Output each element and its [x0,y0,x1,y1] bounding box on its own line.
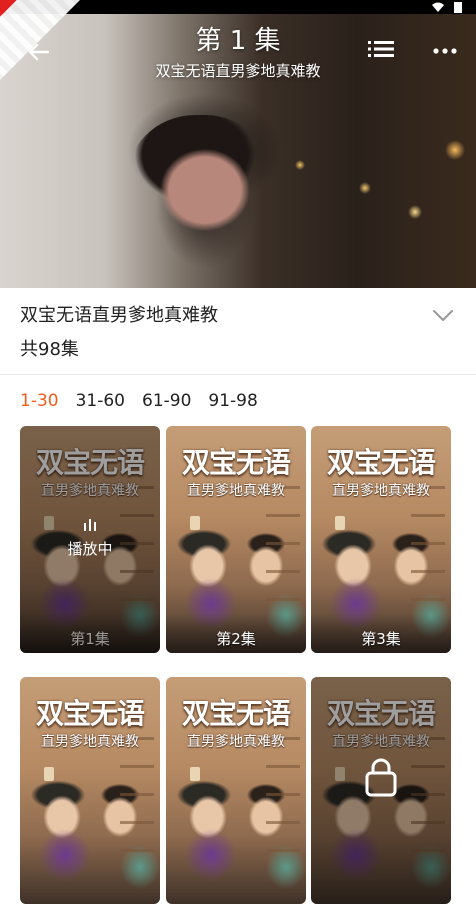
status-bar [0,0,476,80]
episode-range-tabs: 1-30 31-60 61-90 91-98 [20,390,258,412]
cover-logo-sub: 直男爹地真难教 [332,483,430,499]
playing-indicator: 播放中 [20,516,160,559]
cover-lamp [335,516,345,530]
cover-logo-main: 双宝无语 [181,697,291,730]
episode-card-4[interactable]: 双宝无语 直男爹地真难教 [20,677,160,904]
episode-count: 共98集 [20,339,79,360]
battery-icon [454,2,462,13]
wifi-icon [432,2,444,12]
expand-button[interactable] [432,308,454,324]
lock-icon [361,757,401,801]
cover-logo-sub: 直男爹地真难教 [187,483,285,499]
episode-card-2[interactable]: 双宝无语 直男爹地真难教 第2集 [166,426,306,653]
drama-title: 双宝无语直男爹地真难教 [20,305,218,326]
cover-logo-main: 双宝无语 [181,446,291,479]
episode-title: 第 1 集 [195,26,281,56]
equalizer-icon [84,519,96,531]
chevron-down-icon [433,310,453,321]
episode-label: 第1集 [70,630,110,648]
status-icons [432,0,462,14]
cover-shelves [120,737,154,857]
cover-shelves [266,737,300,857]
drama-info: 双宝无语直男爹地真难教 共98集 [0,288,476,375]
cover-logo-main: 双宝无语 [35,697,145,730]
cover-lamp [44,767,54,781]
playing-text: 播放中 [67,540,113,558]
cover-lamp [190,516,200,530]
cover-logo-sub: 直男爹地真难教 [41,734,139,750]
cover-logo-sub: 直男爹地真难教 [187,734,285,750]
episode-label: 第2集 [216,630,256,648]
episode-card-3[interactable]: 双宝无语 直男爹地真难教 第3集 [311,426,451,653]
cover-lamp [190,767,200,781]
range-tab-91-98[interactable]: 91-98 [208,390,257,412]
episode-card-5[interactable]: 双宝无语 直男爹地真难教 [166,677,306,904]
video-frame-person [125,115,275,285]
range-tab-1-30[interactable]: 1-30 [20,390,59,412]
range-tab-31-60[interactable]: 31-60 [76,390,125,412]
episode-label: 第3集 [361,630,401,648]
episode-list-icon [368,41,394,57]
cover-shelves [266,486,300,606]
range-tab-61-90[interactable]: 61-90 [142,390,191,412]
cover-shelves [411,486,445,606]
drama-subtitle: 双宝无语直男爹地真难教 [155,62,321,80]
more-dots-icon [433,48,457,54]
episode-card-1[interactable]: 双宝无语 直男爹地真难教 播放中 第1集 [20,426,160,653]
more-button[interactable] [432,40,458,62]
episode-list-button[interactable] [368,40,394,62]
video-player[interactable]: 第 1 集 双宝无语直男爹地真难教 [0,0,476,288]
cover-logo-main: 双宝无语 [326,446,436,479]
episode-card-6[interactable]: 双宝无语 直男爹地真难教 [311,677,451,904]
